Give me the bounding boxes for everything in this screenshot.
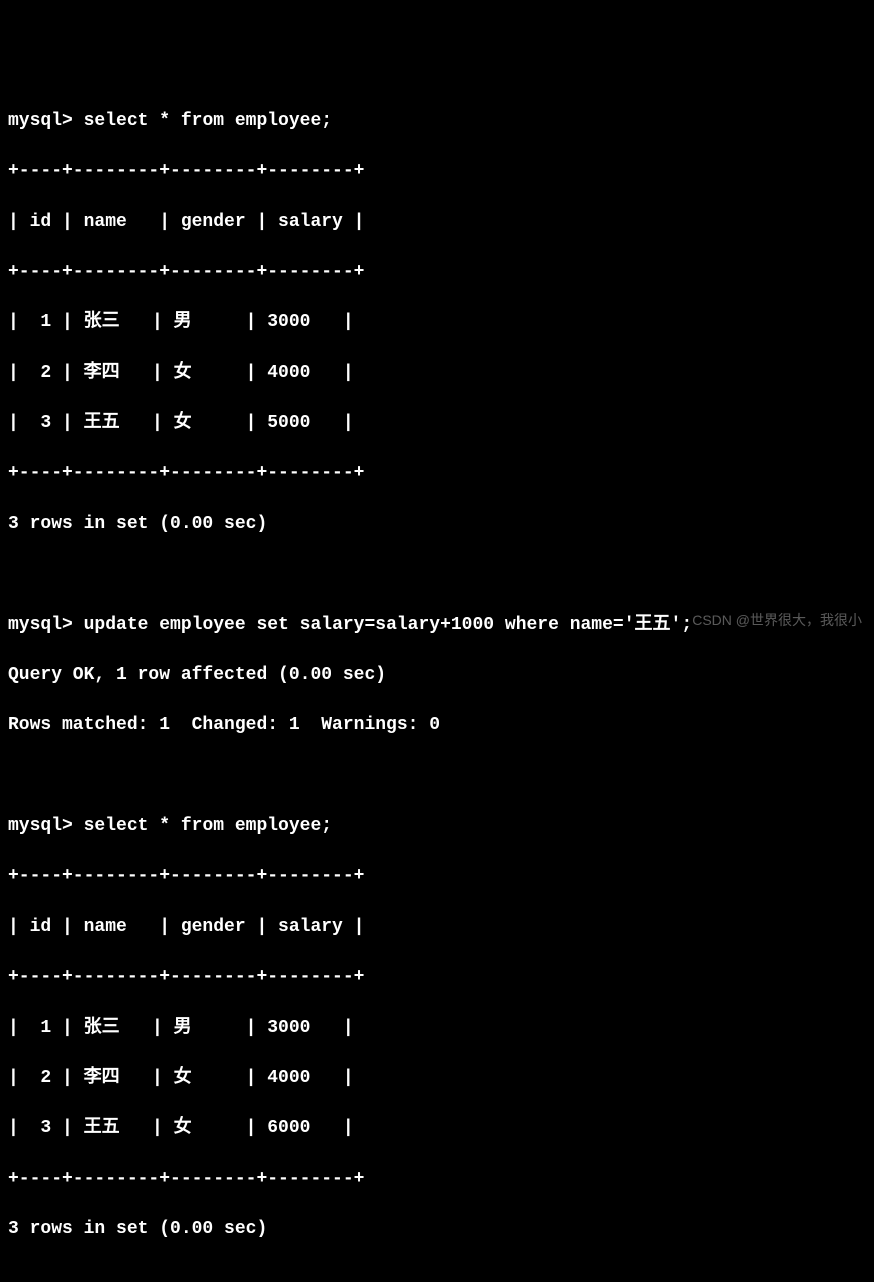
table-header: | id | name | gender | salary | <box>8 210 866 235</box>
blank-line <box>8 1267 866 1282</box>
query-line-1: mysql> select * from employee; <box>8 109 866 134</box>
watermark: CSDN @世界很大，我很小 <box>692 611 862 631</box>
table-border: +----+--------+--------+--------+ <box>8 864 866 889</box>
mysql-prompt: mysql> <box>8 615 84 635</box>
table-row: | 2 | 李四 | 女 | 4000 | <box>8 361 866 386</box>
sql-select-1: select * from employee; <box>84 111 332 131</box>
sql-update: update employee set salary=salary+1000 w… <box>84 615 693 635</box>
result-summary: 3 rows in set (0.00 sec) <box>8 1217 866 1242</box>
table-border: +----+--------+--------+--------+ <box>8 1167 866 1192</box>
query-line-3: mysql> select * from employee; <box>8 814 866 839</box>
table-border: +----+--------+--------+--------+ <box>8 159 866 184</box>
blank-line <box>8 562 866 587</box>
table-border: +----+--------+--------+--------+ <box>8 461 866 486</box>
mysql-prompt: mysql> <box>8 816 84 836</box>
mysql-prompt: mysql> <box>8 111 84 131</box>
update-result-1: Query OK, 1 row affected (0.00 sec) <box>8 663 866 688</box>
table-row: | 2 | 李四 | 女 | 4000 | <box>8 1066 866 1091</box>
sql-select-2: select * from employee; <box>84 816 332 836</box>
table-border: +----+--------+--------+--------+ <box>8 260 866 285</box>
table-row: | 3 | 王五 | 女 | 6000 | <box>8 1116 866 1141</box>
table-row: | 3 | 王五 | 女 | 5000 | <box>8 411 866 436</box>
result-summary: 3 rows in set (0.00 sec) <box>8 512 866 537</box>
blank-line <box>8 764 866 789</box>
table-row: | 1 | 张三 | 男 | 3000 | <box>8 1016 866 1041</box>
table-header: | id | name | gender | salary | <box>8 915 866 940</box>
table-row: | 1 | 张三 | 男 | 3000 | <box>8 310 866 335</box>
update-result-2: Rows matched: 1 Changed: 1 Warnings: 0 <box>8 713 866 738</box>
table-border: +----+--------+--------+--------+ <box>8 965 866 990</box>
